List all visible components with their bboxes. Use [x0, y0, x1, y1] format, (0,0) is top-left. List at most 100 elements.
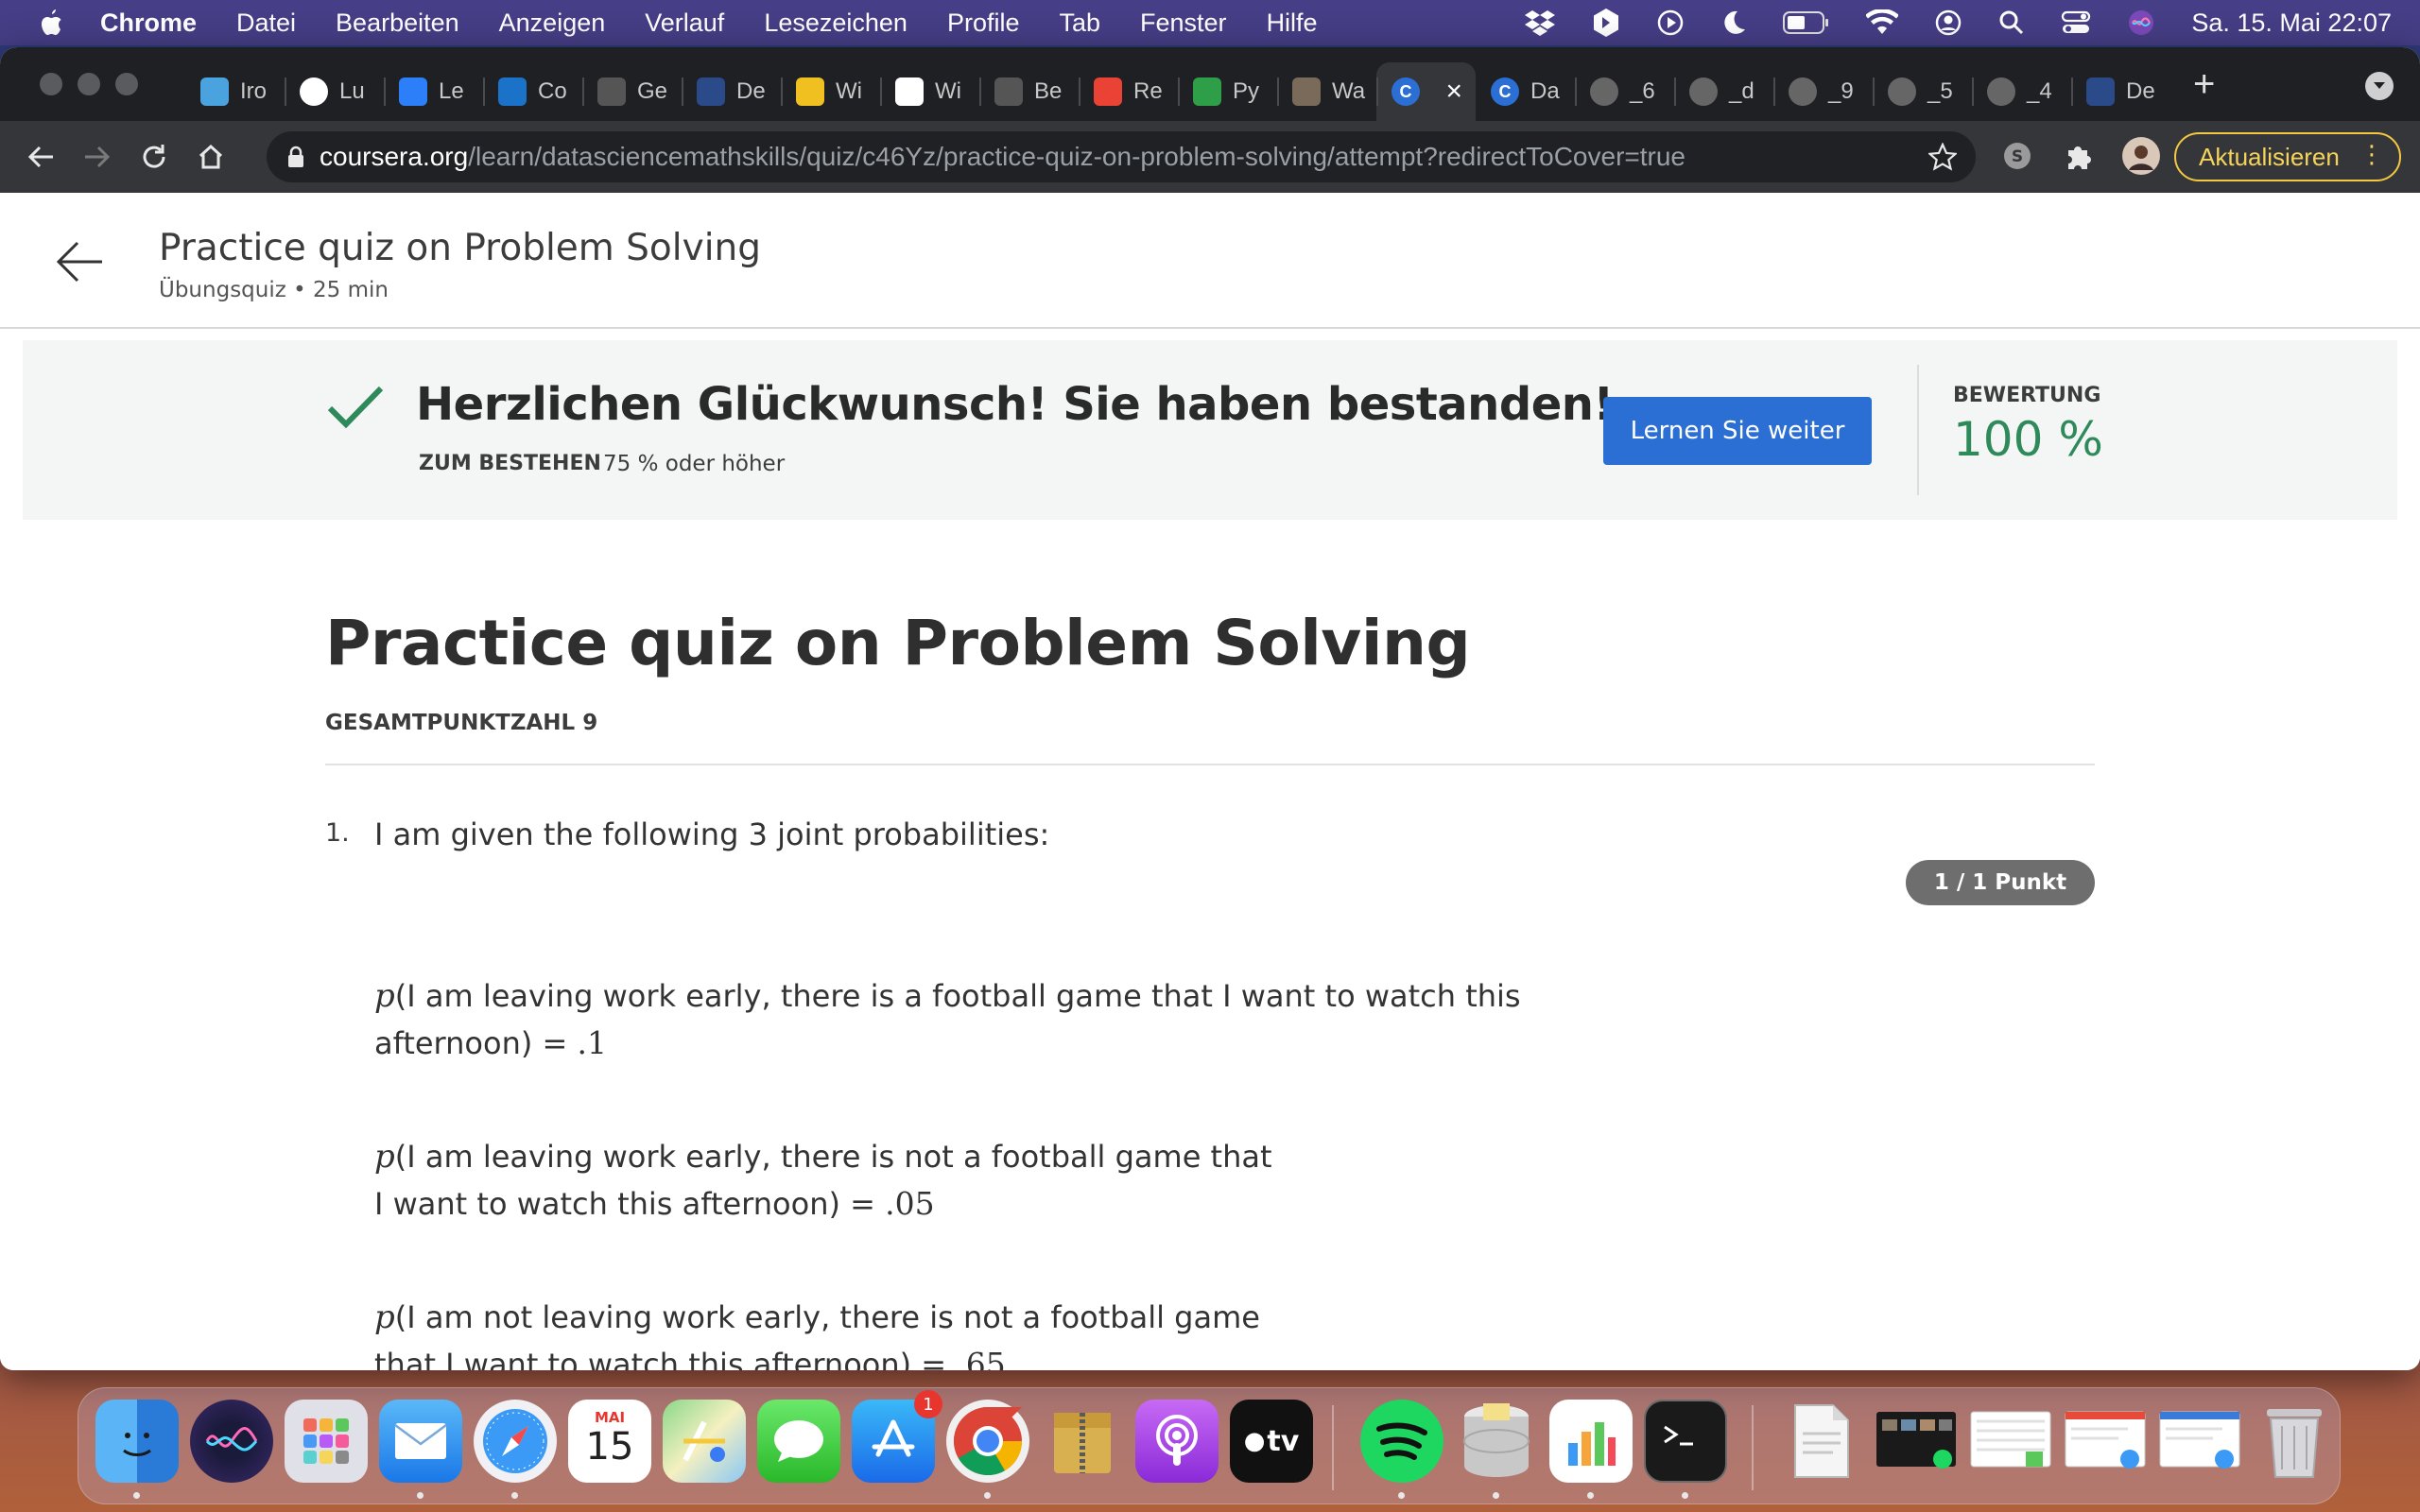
window-thumbnail-icon[interactable] — [2064, 1400, 2147, 1483]
play-icon[interactable] — [1656, 9, 1685, 37]
tab[interactable]: Re — [1079, 62, 1178, 121]
tab[interactable]: Lu — [285, 62, 384, 121]
app-store-icon[interactable]: 1 — [852, 1390, 942, 1483]
moon-icon[interactable] — [1720, 9, 1747, 37]
window-thumbnail-icon[interactable] — [1969, 1400, 2052, 1483]
spotify-icon[interactable] — [1360, 1400, 1443, 1483]
running-indicator — [1682, 1492, 1688, 1499]
tab[interactable]: _4 — [1972, 62, 2071, 121]
tab[interactable]: De — [682, 62, 781, 121]
siri-app-icon[interactable] — [190, 1400, 273, 1483]
tab-search-chevron-icon[interactable] — [2365, 72, 2394, 100]
back-arrow-icon[interactable] — [55, 240, 104, 288]
control-center-icon[interactable] — [2061, 9, 2091, 36]
tab[interactable]: Le — [384, 62, 483, 121]
tab-label: Wa — [1332, 78, 1366, 104]
siri-icon[interactable] — [2127, 9, 2155, 37]
lock-icon[interactable] — [287, 146, 304, 168]
chrome-icon[interactable] — [946, 1400, 1029, 1483]
tab[interactable]: Wa — [1277, 62, 1376, 121]
mail-icon[interactable] — [379, 1400, 462, 1483]
reload-icon[interactable] — [140, 143, 168, 171]
trash-icon[interactable] — [2253, 1400, 2336, 1483]
tab[interactable]: _9 — [1773, 62, 1873, 121]
archive-utility-icon[interactable] — [1041, 1400, 1124, 1483]
window-thumbnail-icon[interactable] — [1875, 1400, 1958, 1483]
messages-icon[interactable] — [757, 1400, 840, 1483]
numbers-icon[interactable] — [1549, 1400, 1633, 1483]
apple-icon[interactable] — [38, 6, 72, 40]
tab[interactable]: Ge — [582, 62, 682, 121]
tab-label: Wi — [935, 78, 961, 104]
more-vert-icon[interactable]: ⋮ — [2360, 142, 2384, 166]
calendar-icon[interactable]: MAI 15 — [568, 1400, 651, 1483]
tab-active[interactable]: C × — [1376, 62, 1476, 121]
tab[interactable]: _d — [1674, 62, 1773, 121]
grade-label: BEWERTUNG — [1953, 384, 2101, 407]
profile-avatar[interactable] — [2121, 136, 2161, 180]
tab[interactable]: Py — [1178, 62, 1277, 121]
back-icon[interactable] — [26, 143, 55, 171]
bookmark-star-icon[interactable] — [1927, 142, 1959, 178]
tab[interactable]: Iro — [185, 62, 285, 121]
continue-learning-button[interactable]: Lernen Sie weiter — [1603, 397, 1872, 465]
tab[interactable]: _6 — [1575, 62, 1674, 121]
tab-label: Iro — [240, 78, 268, 104]
search-icon[interactable] — [1998, 9, 2025, 36]
close-tab-icon[interactable]: × — [1445, 76, 1462, 108]
wolfram-icon — [895, 77, 924, 106]
tab[interactable]: _5 — [1873, 62, 1972, 121]
tab[interactable]: Be — [979, 62, 1079, 121]
minimize-window-button[interactable] — [78, 73, 100, 95]
tab[interactable]: Wi — [880, 62, 979, 121]
window-thumbnail-icon[interactable] — [2158, 1400, 2241, 1483]
calendar-month: MAI — [594, 1409, 626, 1426]
wifi-icon[interactable] — [1866, 9, 1899, 36]
question-score-badge: 1 / 1 Punkt — [1906, 860, 2095, 905]
skype-extension-icon[interactable]: S — [2002, 141, 2032, 176]
menu-help[interactable]: Hilfe — [1267, 9, 1318, 38]
menu-edit[interactable]: Bearbeiten — [336, 9, 459, 38]
tab[interactable]: Co — [483, 62, 582, 121]
running-indicator — [133, 1492, 140, 1499]
safari-icon[interactable] — [474, 1400, 557, 1483]
tab[interactable]: Wi — [781, 62, 880, 121]
home-icon[interactable] — [197, 143, 225, 171]
new-tab-button[interactable]: + — [2193, 63, 2215, 106]
menu-tab[interactable]: Tab — [1059, 9, 1100, 38]
menu-bookmarks[interactable]: Lesezeichen — [764, 9, 908, 38]
dropbox-icon[interactable] — [1524, 9, 1556, 37]
document-thumbnail-icon[interactable] — [1780, 1400, 1863, 1483]
forward-icon[interactable] — [83, 143, 112, 171]
battery-icon[interactable] — [1783, 10, 1830, 35]
bank-icon — [796, 77, 824, 106]
user-icon[interactable] — [1934, 9, 1962, 37]
sequel-db-icon[interactable] — [1455, 1400, 1538, 1483]
tab-label: Re — [1133, 78, 1163, 104]
menu-file[interactable]: Datei — [236, 9, 296, 38]
menu-view[interactable]: Anzeigen — [499, 9, 606, 38]
update-chrome-button[interactable]: Aktualisieren ⋮ — [2174, 132, 2401, 181]
prob-value: .65 — [956, 1346, 1006, 1370]
maps-icon[interactable] — [663, 1400, 746, 1483]
gmail-icon — [1094, 77, 1122, 106]
menu-app-name[interactable]: Chrome — [100, 9, 197, 38]
menu-window[interactable]: Fenster — [1140, 9, 1227, 38]
terminal-icon[interactable] — [1644, 1400, 1727, 1483]
menu-profiles[interactable]: Profile — [947, 9, 1020, 38]
tab[interactable]: De — [2071, 62, 2170, 121]
menu-clock[interactable]: Sa. 15. Mai 22:07 — [2191, 9, 2392, 38]
close-window-button[interactable] — [40, 73, 62, 95]
page-subtitle: Übungsquiz • 25 min — [159, 278, 389, 302]
menu-history[interactable]: Verlauf — [645, 9, 724, 38]
tab[interactable]: C Da — [1476, 62, 1575, 121]
running-indicator — [984, 1492, 991, 1499]
address-bar[interactable]: coursera.org/learn/datasciencemathskills… — [267, 131, 1976, 182]
launchpad-icon[interactable] — [285, 1400, 368, 1483]
apple-tv-icon[interactable]: ● tv — [1230, 1400, 1313, 1483]
podcasts-icon[interactable] — [1135, 1400, 1219, 1483]
extensions-puzzle-icon[interactable] — [2063, 141, 2093, 176]
zoom-window-button[interactable] — [115, 73, 138, 95]
extension-icon[interactable] — [1592, 8, 1620, 38]
finder-icon[interactable] — [95, 1400, 179, 1483]
